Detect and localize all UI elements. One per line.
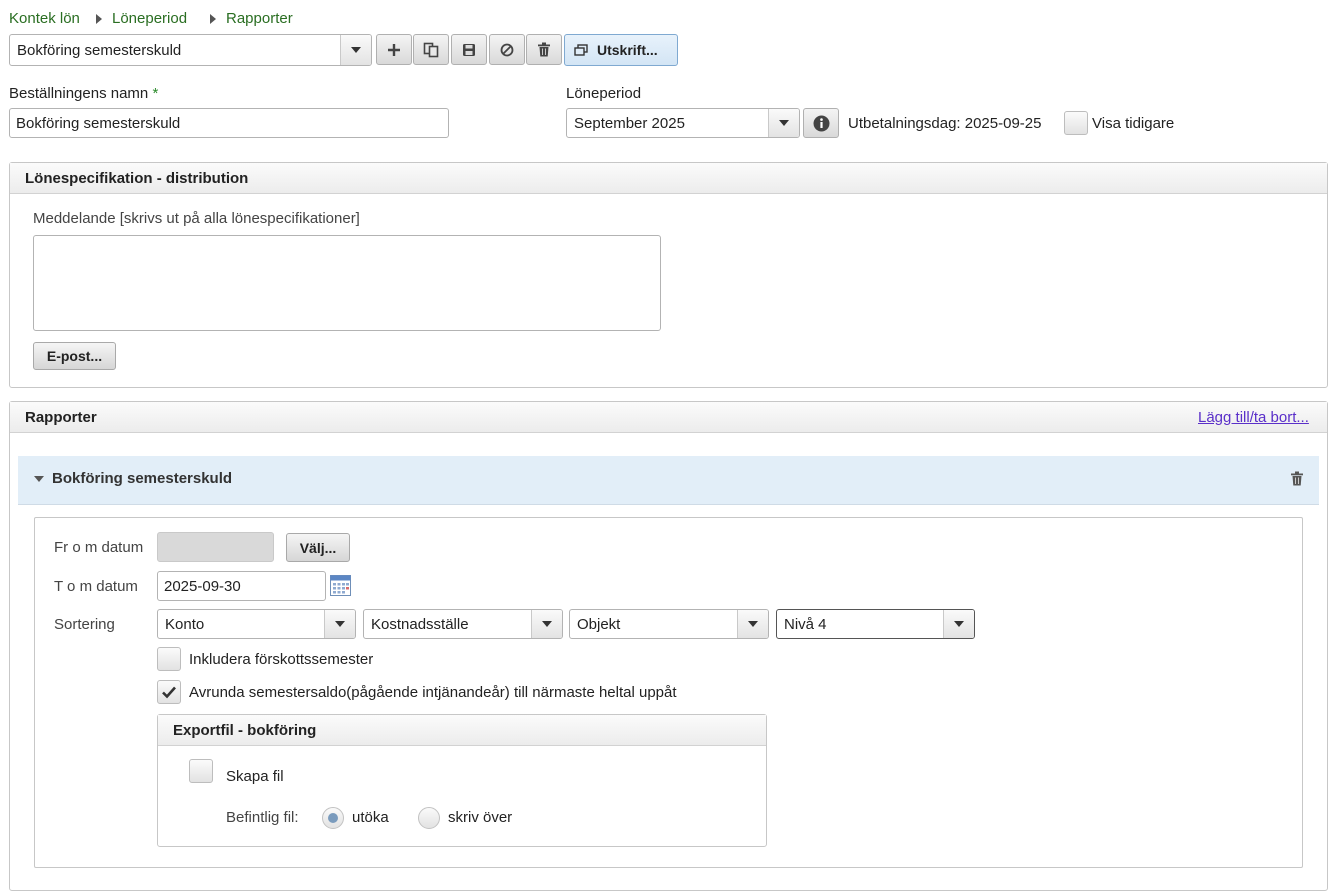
sort-select-3-value: Objekt <box>577 615 621 633</box>
message-label: Meddelande [skrivs ut på alla lönespecif… <box>33 210 360 227</box>
reports-title: Rapporter <box>10 402 1327 433</box>
sort-select-1-value: Konto <box>165 615 205 633</box>
email-button[interactable]: E-post... <box>33 342 116 370</box>
order-name-field[interactable]: Bokföring semesterskuld <box>9 108 449 138</box>
radio-overwrite[interactable] <box>418 807 440 829</box>
save-button[interactable] <box>451 34 487 65</box>
window-icon <box>574 44 588 56</box>
radio-extend[interactable] <box>322 807 344 829</box>
create-file-checkbox[interactable] <box>189 759 213 783</box>
breadcrumb-rapporter: Rapporter <box>226 10 293 27</box>
print-button-label: Utskrift... <box>597 42 658 58</box>
info-icon <box>813 115 829 131</box>
from-date-label: Fr o m datum <box>54 539 144 556</box>
add-button[interactable] <box>376 34 412 65</box>
order-name-label-text: Beställningens namn <box>9 85 149 102</box>
show-earlier-label: Visa tidigare <box>1092 115 1175 132</box>
period-label: Löneperiod <box>566 85 642 102</box>
create-file-label: Skapa fil <box>226 768 284 785</box>
period-select-value: September 2025 <box>574 114 685 132</box>
chevron-right-icon <box>210 14 216 24</box>
radio-extend-label: utöka <box>352 809 389 826</box>
sort-select-4-value: Nivå 4 <box>784 615 827 633</box>
choose-from-date-button[interactable]: Välj... <box>286 533 350 562</box>
breadcrumb-loneperiod[interactable]: Löneperiod <box>112 10 187 27</box>
print-button[interactable]: Utskrift... <box>564 34 678 66</box>
add-remove-reports-link[interactable]: Lägg till/ta bort... <box>1198 409 1309 426</box>
checkmark-icon <box>162 686 176 699</box>
from-date-field <box>157 532 274 562</box>
include-advance-label: Inkludera förskottssemester <box>189 651 374 668</box>
copy-button[interactable] <box>413 34 449 65</box>
sort-select-2-value: Kostnadsställe <box>371 615 469 633</box>
copy-icon <box>423 42 439 57</box>
chevron-down-icon[interactable] <box>340 35 371 65</box>
chevron-down-icon[interactable] <box>531 610 562 638</box>
chevron-down-icon[interactable] <box>737 610 768 638</box>
order-name-label: Beställningens namn * <box>9 85 158 102</box>
save-icon <box>463 43 475 56</box>
period-select[interactable]: September 2025 <box>566 108 800 138</box>
to-date-label: T o m datum <box>54 578 138 595</box>
report-item-title: Bokföring semesterskuld <box>52 470 233 487</box>
period-info-button[interactable] <box>803 108 839 138</box>
show-earlier-checkbox[interactable] <box>1064 111 1088 135</box>
report-delete-button[interactable] <box>1290 471 1304 490</box>
delete-icon <box>1291 471 1303 486</box>
include-advance-checkbox[interactable] <box>157 647 181 671</box>
cancel-button[interactable] <box>489 34 525 65</box>
export-title: Exportfil - bokföring <box>158 715 766 746</box>
round-checkbox[interactable] <box>157 680 181 704</box>
delete-button[interactable] <box>526 34 562 65</box>
cancel-icon <box>500 43 514 56</box>
order-select-value: Bokföring semesterskuld <box>17 41 182 59</box>
radio-selected-dot <box>328 813 338 823</box>
chevron-down-icon[interactable] <box>943 610 974 638</box>
order-select[interactable]: Bokföring semesterskuld <box>9 34 372 66</box>
delete-icon <box>538 42 550 57</box>
round-label: Avrunda semestersaldo(pågående intjänand… <box>189 684 677 701</box>
chevron-down-icon[interactable] <box>768 109 799 137</box>
to-date-field[interactable]: 2025-09-30 <box>157 571 326 601</box>
required-marker: * <box>152 85 159 102</box>
payday-text: Utbetalningsdag: 2025-09-25 <box>848 115 1042 132</box>
collapse-icon[interactable] <box>34 476 44 482</box>
calendar-icon[interactable] <box>330 575 351 600</box>
distribution-title: Lönespecifikation - distribution <box>10 163 1327 194</box>
chevron-down-icon[interactable] <box>324 610 355 638</box>
sort-select-4[interactable]: Nivå 4 <box>776 609 975 639</box>
chevron-right-icon <box>96 14 102 24</box>
sort-select-3[interactable]: Objekt <box>569 609 769 639</box>
radio-overwrite-label: skriv över <box>448 809 513 826</box>
breadcrumb-kontek-lon[interactable]: Kontek lön <box>9 10 80 27</box>
sort-select-1[interactable]: Konto <box>157 609 356 639</box>
sort-select-2[interactable]: Kostnadsställe <box>363 609 563 639</box>
sort-label: Sortering <box>54 616 115 633</box>
message-textarea[interactable] <box>33 235 661 331</box>
add-icon <box>388 43 400 56</box>
existing-file-label: Befintlig fil: <box>226 809 299 826</box>
